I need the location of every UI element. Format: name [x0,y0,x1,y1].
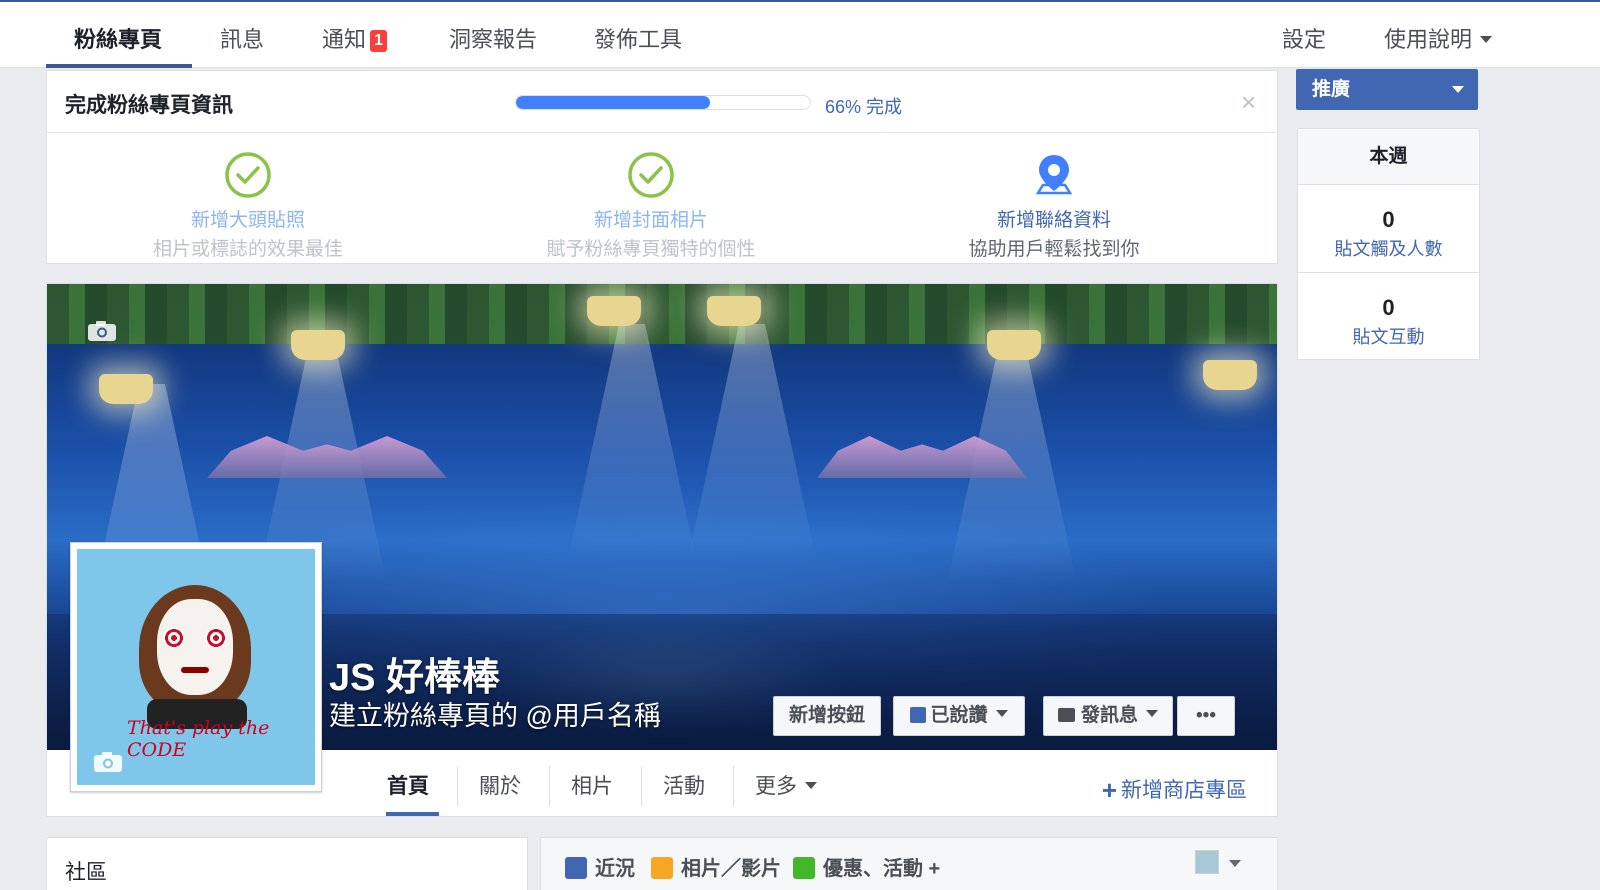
stage-lamp [1203,360,1257,390]
avatar-eye [163,627,185,649]
active-tab-indicator [46,64,192,68]
step-add-contact-info[interactable]: 新增聯絡資料 協助用戶輕鬆找到你 [864,151,1244,261]
step-add-cover-photo[interactable]: 新增封面相片 賦予粉絲專頁獨特的個性 [461,151,841,261]
tab-home[interactable]: 首頁 [387,770,429,800]
stat-post-reach[interactable]: 0 貼文觸及人數 [1298,185,1479,273]
tab-insights[interactable]: 洞察報告 [449,22,537,68]
community-title: 社區 [65,861,107,884]
camera-icon[interactable] [93,751,123,773]
chevron-down-icon [995,710,1008,717]
more-options-button[interactable]: ••• [1177,696,1235,736]
step-description: 賦予粉絲專頁獨特的個性 [546,239,756,260]
avatar-mouth [181,667,209,673]
step-title: 新增大頭貼照 [190,210,305,231]
promote-button[interactable]: 推廣 [1296,69,1478,110]
composer-status[interactable]: 近況 [565,852,635,881]
liked-button[interactable]: 已說讚 [893,696,1025,736]
stat-label: 貼文互動 [1352,327,1425,347]
close-icon[interactable]: × [1241,87,1256,118]
tab-divider [457,766,458,806]
active-tab-indicator [386,812,439,816]
notification-badge: 1 [370,30,388,52]
pencil-icon [565,857,587,879]
completion-progress-bar [515,95,811,110]
stage-lamp [587,296,641,326]
chevron-down-icon [805,782,817,789]
stat-value: 0 [1382,295,1395,320]
stage-lamp [987,330,1041,360]
cover-foliage [47,284,1277,344]
chevron-down-icon[interactable] [1229,860,1241,867]
tab-notifications[interactable]: 通知 1 [322,22,388,68]
avatar: That's play the CODE [77,549,315,785]
check-circle-icon [628,152,674,198]
avatar[interactable] [1195,850,1219,874]
light-beam [567,324,697,564]
thumbs-up-icon [910,707,927,723]
page-header: JS 好棒棒 建立粉絲專頁的 @用戶名稱 新增按鈕 已說讚 發訊息 ••• Th… [46,283,1278,817]
post-composer: 近況 相片／影片 優惠、活動 + [540,837,1278,890]
page-title: JS 好棒棒 [329,657,501,699]
step-title: 新增聯絡資料 [996,210,1111,231]
stat-value: 0 [1382,207,1395,232]
step-description: 協助用戶輕鬆找到你 [968,239,1140,260]
tab-page[interactable]: 粉絲專頁 [74,22,162,68]
tab-publishing-tools[interactable]: 發佈工具 [594,22,682,68]
tab-divider [549,766,550,806]
profile-picture[interactable]: That's play the CODE [70,542,322,792]
add-shop-section-link[interactable]: + 新增商店專區 [1102,774,1247,806]
message-icon [1057,708,1075,722]
photo-icon [651,857,673,879]
chevron-down-icon [1452,86,1464,93]
add-button[interactable]: 新增按鈕 [773,696,881,736]
offer-icon [793,857,815,879]
tab-divider [733,766,734,806]
tab-messages[interactable]: 訊息 [220,22,264,68]
tab-about[interactable]: 關於 [479,770,521,800]
completion-header: 完成粉絲專頁資訊 66% 完成 × [47,71,1277,133]
week-title: 本週 [1298,129,1479,185]
chevron-down-icon [1480,36,1493,43]
tab-photos[interactable]: 相片 [571,770,613,800]
check-circle-icon [225,152,271,198]
tab-divider [641,766,642,806]
map-pin-icon [1035,155,1073,195]
stage-lamp [707,296,761,326]
send-message-button[interactable]: 發訊息 [1043,696,1173,736]
settings-link[interactable]: 設定 [1282,22,1326,68]
step-title: 新增封面相片 [593,210,708,231]
step-description: 相片或標誌的效果最佳 [152,239,343,260]
stage-lamp [291,330,345,360]
top-navigation: 粉絲專頁 訊息 通知 1 洞察報告 發佈工具 設定 使用說明 [0,0,1600,68]
avatar-tagline: That's play the CODE [127,717,270,761]
progress-fill [516,96,711,109]
stat-post-engagement[interactable]: 0 貼文互動 [1298,273,1479,361]
community-card: 社區 [46,837,528,890]
composer-offer-event[interactable]: 優惠、活動 + [793,852,940,881]
stat-label: 貼文觸及人數 [1334,239,1443,259]
chevron-down-icon [1146,710,1158,717]
tab-events[interactable]: 活動 [663,770,705,800]
light-beam [687,324,817,564]
help-menu[interactable]: 使用說明 [1384,22,1493,68]
page-completion-card: 完成粉絲專頁資訊 66% 完成 × 新增大頭貼照 相片或標誌的效果最佳 新增封面… [46,70,1278,264]
this-week-panel: 本週 0 貼文觸及人數 0 貼文互動 [1297,128,1480,360]
progress-text: 66% 完成 [825,97,903,117]
more-icon: ••• [1196,705,1216,726]
composer-photo-video[interactable]: 相片／影片 [651,852,781,881]
create-username-link[interactable]: 建立粉絲專頁的 @用戶名稱 [329,694,661,733]
tab-more[interactable]: 更多 [755,770,817,800]
avatar-eye [205,627,227,649]
camera-icon[interactable] [87,320,117,342]
stage-lamp [99,374,153,404]
page-tabs: 首頁 關於 相片 活動 更多 + 新增商店專區 [331,750,1277,816]
plus-icon: + [1101,775,1117,805]
step-add-profile-picture[interactable]: 新增大頭貼照 相片或標誌的效果最佳 [58,151,438,261]
completion-title: 完成粉絲專頁資訊 [65,94,233,117]
